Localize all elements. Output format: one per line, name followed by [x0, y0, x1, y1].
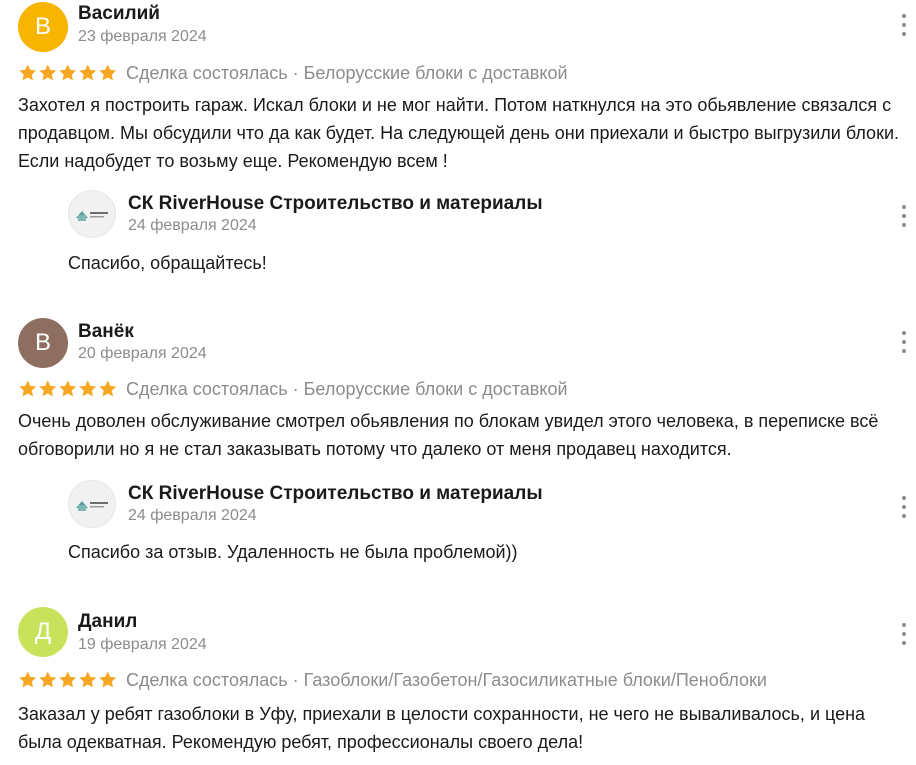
- star-icon: [59, 671, 77, 688]
- review-card: В Ванёк 20 февраля 2024 Сделка состоялас…: [0, 310, 916, 580]
- review-date: 19 февраля 2024: [78, 636, 207, 653]
- review-card: В Василий 23 февраля 2024 Сделка состоял…: [0, 0, 916, 300]
- star-icon: [79, 64, 97, 81]
- deal-status: Сделка состоялась · Белорусские блоки с …: [126, 62, 568, 83]
- star-icon: [39, 380, 57, 397]
- star-rating: [18, 670, 118, 690]
- seller-logo[interactable]: [68, 480, 116, 528]
- avatar[interactable]: В: [18, 318, 68, 368]
- more-menu-icon[interactable]: [897, 331, 911, 353]
- star-icon: [19, 380, 37, 397]
- review-card: Д Данил 19 февраля 2024 Сделка состоялас…: [0, 600, 916, 765]
- avatar-initial: В: [34, 329, 51, 356]
- reply-text: Спасибо за отзыв. Удаленность не была пр…: [68, 542, 518, 562]
- star-icon: [99, 380, 117, 397]
- star-icon: [99, 64, 117, 81]
- rating-row: Сделка состоялась · Белорусские блоки с …: [18, 62, 568, 84]
- rating-row: Сделка состоялась · Газоблоки/Газобетон/…: [18, 669, 767, 691]
- star-icon: [79, 380, 97, 397]
- deal-status: Сделка состоялась · Белорусские блоки с …: [126, 378, 568, 399]
- review-date: 20 февраля 2024: [78, 345, 207, 362]
- avatar-initial: В: [34, 13, 51, 40]
- star-icon: [99, 671, 117, 688]
- deal-status: Сделка состоялась · Газоблоки/Газобетон/…: [126, 669, 767, 690]
- more-menu-icon[interactable]: [897, 14, 911, 36]
- avatar[interactable]: В: [18, 2, 68, 52]
- review-text: Заказал у ребят газоблоки в Уфу, приехал…: [18, 704, 866, 752]
- review-date: 23 февраля 2024: [78, 28, 207, 45]
- star-icon: [59, 64, 77, 81]
- star-rating: [18, 63, 118, 83]
- reply-date: 24 февраля 2024: [128, 217, 257, 234]
- star-icon: [39, 671, 57, 688]
- review-text: Очень доволен обслуживание смотрел обьяв…: [18, 411, 879, 459]
- seller-name[interactable]: СК RiverHouse Строительство и материалы: [128, 193, 543, 215]
- author-name[interactable]: Василий: [78, 3, 160, 25]
- star-icon: [19, 671, 37, 688]
- star-icon: [79, 671, 97, 688]
- star-icon: [19, 64, 37, 81]
- reply-text: Спасибо, обращайтесь!: [68, 253, 267, 273]
- star-icon: [39, 64, 57, 81]
- more-menu-icon[interactable]: [897, 496, 911, 518]
- reply-date: 24 февраля 2024: [128, 507, 257, 524]
- riverhouse-logo-icon: [76, 501, 108, 511]
- review-text: Захотел я построить гараж. Искал блоки и…: [18, 95, 899, 171]
- more-menu-icon[interactable]: [897, 623, 911, 645]
- author-name[interactable]: Ванёк: [78, 321, 134, 343]
- seller-logo[interactable]: [68, 190, 116, 238]
- author-name[interactable]: Данил: [78, 611, 137, 633]
- avatar[interactable]: Д: [18, 607, 68, 657]
- rating-row: Сделка состоялась · Белорусские блоки с …: [18, 378, 568, 400]
- star-rating: [18, 379, 118, 399]
- more-menu-icon[interactable]: [897, 205, 911, 227]
- seller-name[interactable]: СК RiverHouse Строительство и материалы: [128, 483, 543, 505]
- star-icon: [59, 380, 77, 397]
- riverhouse-logo-icon: [76, 211, 108, 221]
- avatar-initial: Д: [34, 618, 52, 645]
